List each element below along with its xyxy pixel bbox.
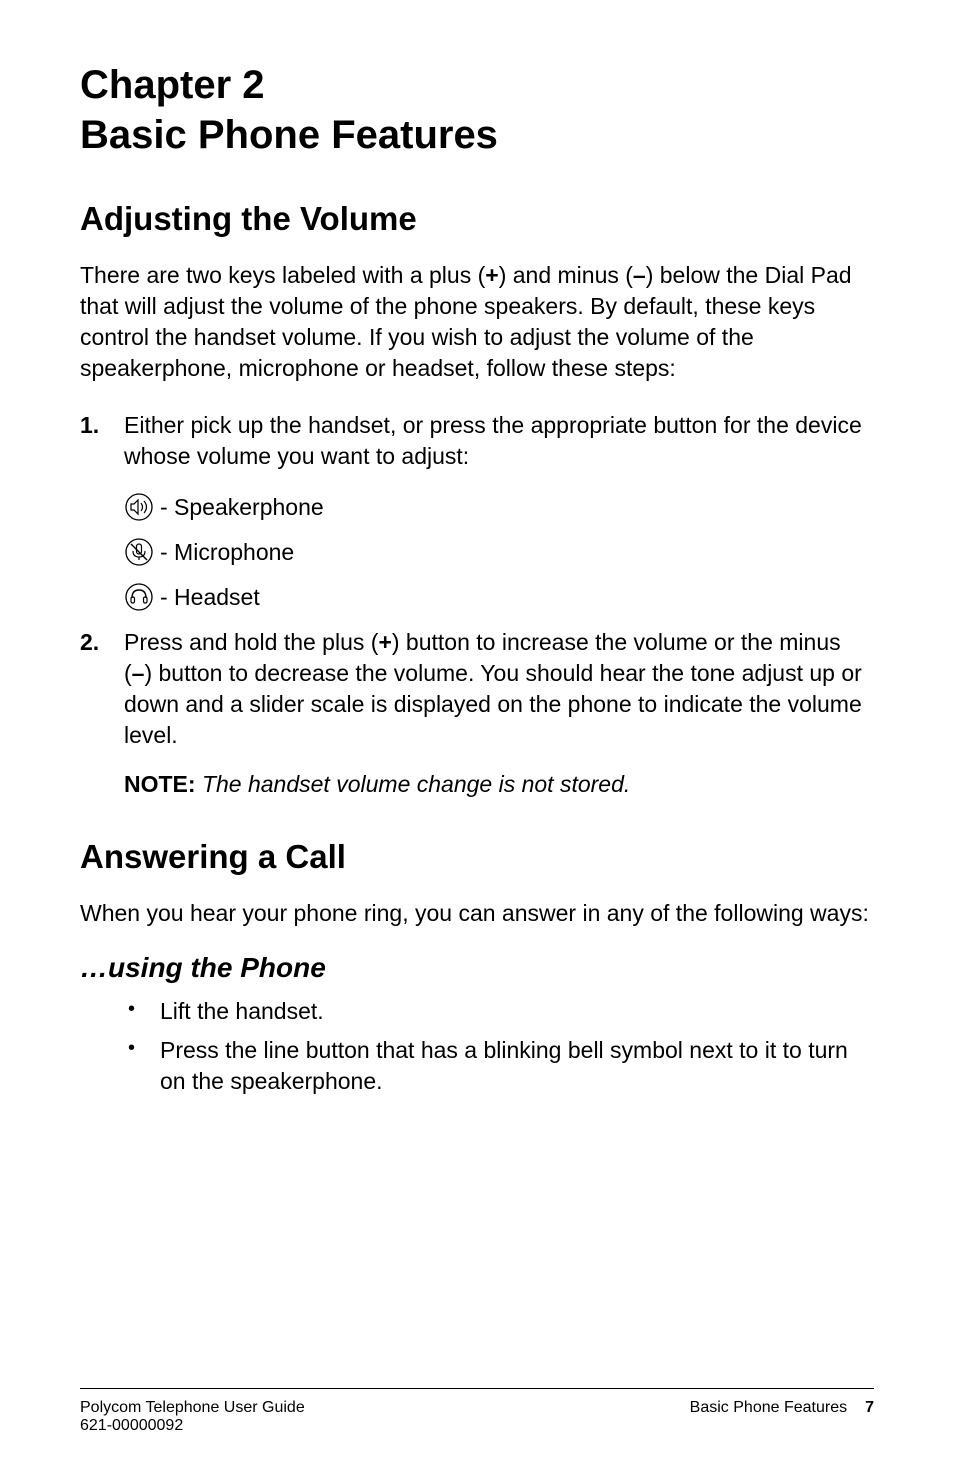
step-2: 2. Press and hold the plus (+) button to… xyxy=(80,627,874,751)
footer-section-label: Basic Phone Features xyxy=(690,1399,847,1416)
steps-list: 1. Either pick up the handset, or press … xyxy=(80,410,874,472)
chapter-number: Chapter 2 xyxy=(80,63,265,107)
icon-row-headset: - Headset xyxy=(124,582,874,612)
note-text: The handset volume change is not stored. xyxy=(202,771,630,797)
chapter-heading: Chapter 2 Basic Phone Features xyxy=(80,60,874,160)
step-text: Press and hold the plus (+) button to in… xyxy=(124,627,874,751)
note-label: NOTE: xyxy=(124,771,202,797)
icon-row-microphone: - Microphone xyxy=(124,537,874,567)
adjusting-volume-intro: There are two keys labeled with a plus (… xyxy=(80,260,874,384)
step-number: 1. xyxy=(80,410,124,472)
microphone-icon xyxy=(124,537,154,567)
section-adjusting-volume-title: Adjusting the Volume xyxy=(80,200,874,238)
page-footer: Polycom Telephone User Guide 621-0000009… xyxy=(80,1388,874,1435)
steps-list-2: 2. Press and hold the plus (+) button to… xyxy=(80,627,874,751)
microphone-label: - Microphone xyxy=(160,539,294,566)
section-answering-call-title: Answering a Call xyxy=(80,838,874,876)
note: NOTE: The handset volume change is not s… xyxy=(124,771,874,798)
subsection-using-phone: …using the Phone xyxy=(80,952,874,984)
headset-label: - Headset xyxy=(160,584,260,611)
headset-icon xyxy=(124,582,154,612)
list-item: • Lift the handset. xyxy=(128,996,874,1027)
footer-right: Basic Phone Features 7 xyxy=(690,1399,874,1435)
bullet-text: Press the line button that has a blinkin… xyxy=(160,1035,874,1097)
list-item: • Press the line button that has a blink… xyxy=(128,1035,874,1097)
bullet-dot: • xyxy=(128,996,160,1027)
footer-page-number: 7 xyxy=(865,1399,874,1416)
footer-doc-number: 621-00000092 xyxy=(80,1417,305,1435)
bullet-dot: • xyxy=(128,1035,160,1097)
footer-left: Polycom Telephone User Guide 621-0000009… xyxy=(80,1399,305,1435)
bullet-list: • Lift the handset. • Press the line but… xyxy=(128,996,874,1097)
footer-guide-name: Polycom Telephone User Guide xyxy=(80,1399,305,1417)
icon-row-speakerphone: - Speakerphone xyxy=(124,492,874,522)
speakerphone-label: - Speakerphone xyxy=(160,494,324,521)
bullet-text: Lift the handset. xyxy=(160,996,324,1027)
chapter-title: Basic Phone Features xyxy=(80,113,498,157)
step-1: 1. Either pick up the handset, or press … xyxy=(80,410,874,472)
step-text: Either pick up the handset, or press the… xyxy=(124,410,874,472)
speakerphone-icon xyxy=(124,492,154,522)
answering-call-intro: When you hear your phone ring, you can a… xyxy=(80,898,874,929)
step-number: 2. xyxy=(80,627,124,751)
